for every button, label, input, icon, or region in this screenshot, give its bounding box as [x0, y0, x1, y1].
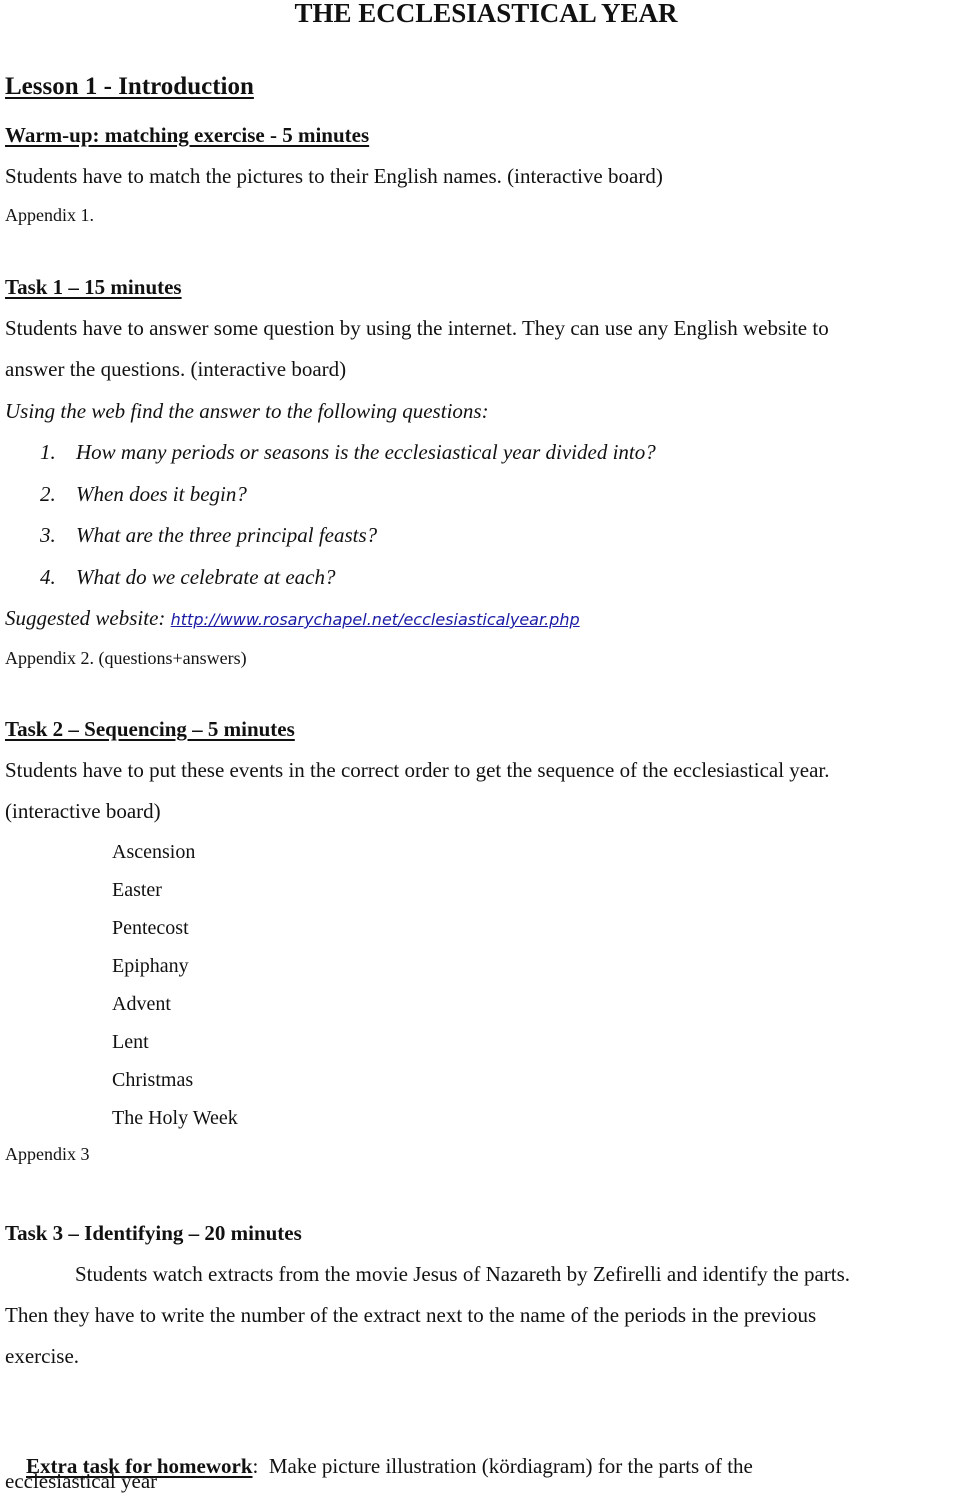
- extra-task-line2: ecclesiastical year: [5, 1469, 158, 1493]
- task3-description-line2: Then they have to write the number of th…: [5, 1303, 817, 1327]
- event-item: Advent: [112, 993, 171, 1015]
- question-number: 1.: [40, 440, 56, 464]
- task2-description-line1: Students have to put these events in the…: [5, 758, 830, 782]
- question-text: What are the three principal feasts?: [76, 523, 378, 547]
- event-item: Lent: [112, 1031, 149, 1053]
- question-item: 1. How many periods or seasons is the ecc…: [40, 439, 656, 465]
- event-item: Easter: [112, 879, 162, 901]
- document-title: THE ECCLESIASTICAL YEAR: [294, 0, 678, 28]
- suggested-website: Suggested website: http://www.rosarychap…: [5, 605, 580, 633]
- task2-description-line2: (interactive board): [5, 799, 161, 823]
- question-item: 4. What do we celebrate at each?: [40, 564, 336, 590]
- task3-description-line1: Students watch extracts from the movie J…: [75, 1262, 851, 1286]
- warmup-appendix: Appendix 1.: [5, 205, 94, 225]
- question-item: 2. When does it begin?: [40, 481, 247, 507]
- warmup-description: Students have to match the pictures to t…: [5, 164, 663, 188]
- task1-description-line1: Students have to answer some question by…: [5, 316, 829, 340]
- task3-description-line3: exercise.: [5, 1344, 80, 1368]
- suggested-website-link[interactable]: http://www.rosarychapel.net/ecclesiastic…: [171, 610, 580, 629]
- question-text: When does it begin?: [76, 482, 247, 506]
- question-number: 3.: [40, 523, 56, 547]
- event-item: Ascension: [112, 841, 196, 863]
- task2-appendix: Appendix 3: [5, 1144, 90, 1164]
- event-item: Christmas: [112, 1069, 194, 1091]
- task1-description-line2: answer the questions. (interactive board…: [5, 357, 347, 381]
- question-text: What do we celebrate at each?: [76, 565, 336, 589]
- question-number: 4.: [40, 565, 56, 589]
- task3-heading: Task 3 – Identifying – 20 minutes: [5, 1221, 302, 1245]
- question-number: 2.: [40, 482, 56, 506]
- task1-appendix: Appendix 2. (questions+answers): [5, 648, 247, 668]
- warmup-heading: Warm-up: matching exercise - 5 minutes: [5, 123, 370, 147]
- event-item: Epiphany: [112, 955, 189, 977]
- event-item: Pentecost: [112, 917, 189, 939]
- extra-task-text: Make picture illustration (kördiagram) f…: [258, 1454, 753, 1478]
- task2-heading: Task 2 – Sequencing – 5 minutes: [5, 717, 295, 741]
- suggested-website-label: Suggested website:: [5, 606, 171, 630]
- question-text: How many periods or seasons is the eccle…: [76, 440, 656, 464]
- task1-heading: Task 1 – 15 minutes: [5, 275, 182, 299]
- lesson-title: Lesson 1 - Introduction: [5, 73, 254, 100]
- event-item: The Holy Week: [112, 1107, 238, 1129]
- question-item: 3. What are the three principal feasts?: [40, 522, 377, 548]
- task1-instruction: Using the web find the answer to the fol…: [5, 399, 489, 423]
